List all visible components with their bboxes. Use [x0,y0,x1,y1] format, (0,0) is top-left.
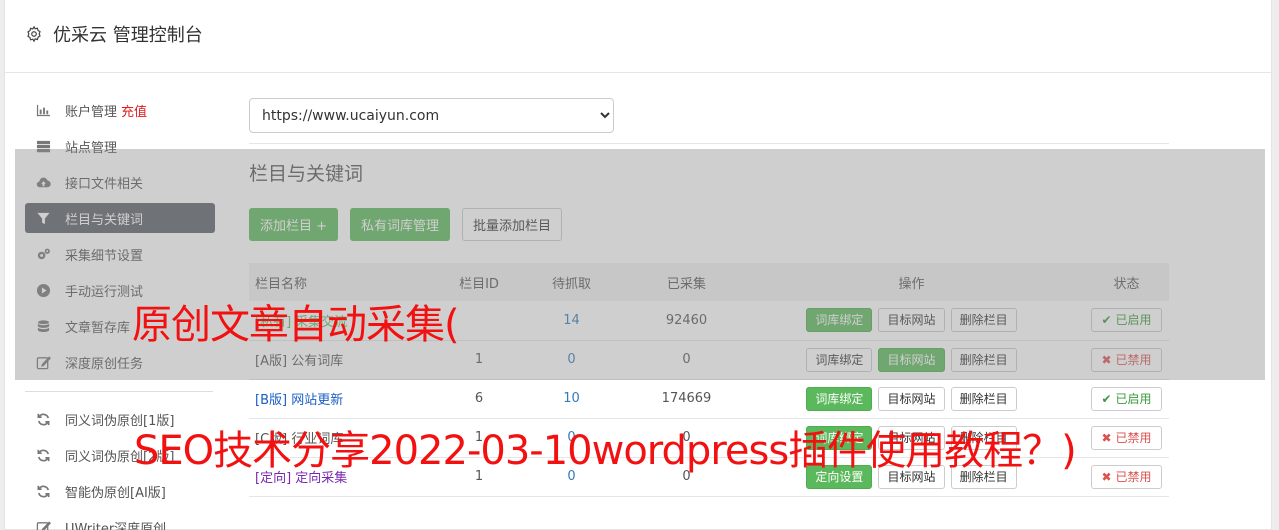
watermark-line-2: SEO技术分享2022-03-10wordpress插件使用教程？) [134,428,1077,474]
lexicon-bind-button[interactable]: 词库绑定 [806,386,873,411]
status-label: 已禁用 [1115,430,1152,445]
sidebar-item-label: UWriter深度原创 [65,521,167,530]
sidebar-divider [25,391,213,392]
delete-column-button[interactable]: 删除栏目 [950,386,1017,411]
sidebar-item-account[interactable]: 账户管理 充值 [25,95,215,125]
cross-icon: ✖ [1101,469,1112,484]
content-divider [249,143,1169,144]
sidebar-item-smart-ai[interactable]: 智能伪原创[AI版] [25,476,215,506]
refresh-icon [35,483,51,499]
gear-icon [27,25,41,43]
edit-icon [35,519,51,530]
refresh-icon [35,411,51,427]
table-row: [B版] 网站更新 6 10 174669 词库绑定 目标网站 删除栏目 ✔ 已… [249,379,1169,418]
watermark-line-1: 原创文章自动采集( [132,302,460,348]
recharge-link[interactable]: 充值 [121,101,147,120]
row-id: 6 [474,391,484,406]
bar-chart-icon [35,102,51,118]
sidebar-item-uwriter[interactable]: UWriter深度原创 [25,512,215,530]
refresh-icon [35,447,51,463]
sidebar-item-label: 智能伪原创[AI版] [65,485,166,501]
check-icon: ✔ [1101,391,1112,406]
row-tag: [B版] [255,393,288,408]
sidebar-item-label: 账户管理 [65,104,118,120]
row-collected: 174669 [661,391,712,406]
status-toggle[interactable]: ✖ 已禁用 [1090,425,1163,450]
page-header: 优采云 管理控制台 [5,0,1271,73]
row-name[interactable]: 网站更新 [291,393,343,408]
status-label: 已启用 [1115,391,1152,406]
cross-icon: ✖ [1101,430,1112,445]
page-title: 优采云 管理控制台 [53,25,203,46]
target-site-button[interactable]: 目标网站 [878,386,945,411]
status-toggle[interactable]: ✖ 已禁用 [1090,464,1163,489]
site-select[interactable]: https://www.ucaiyun.com [249,98,614,133]
row-pending[interactable]: 10 [509,379,634,418]
status-toggle[interactable]: ✔ 已启用 [1090,386,1163,411]
status-label: 已禁用 [1115,469,1152,484]
